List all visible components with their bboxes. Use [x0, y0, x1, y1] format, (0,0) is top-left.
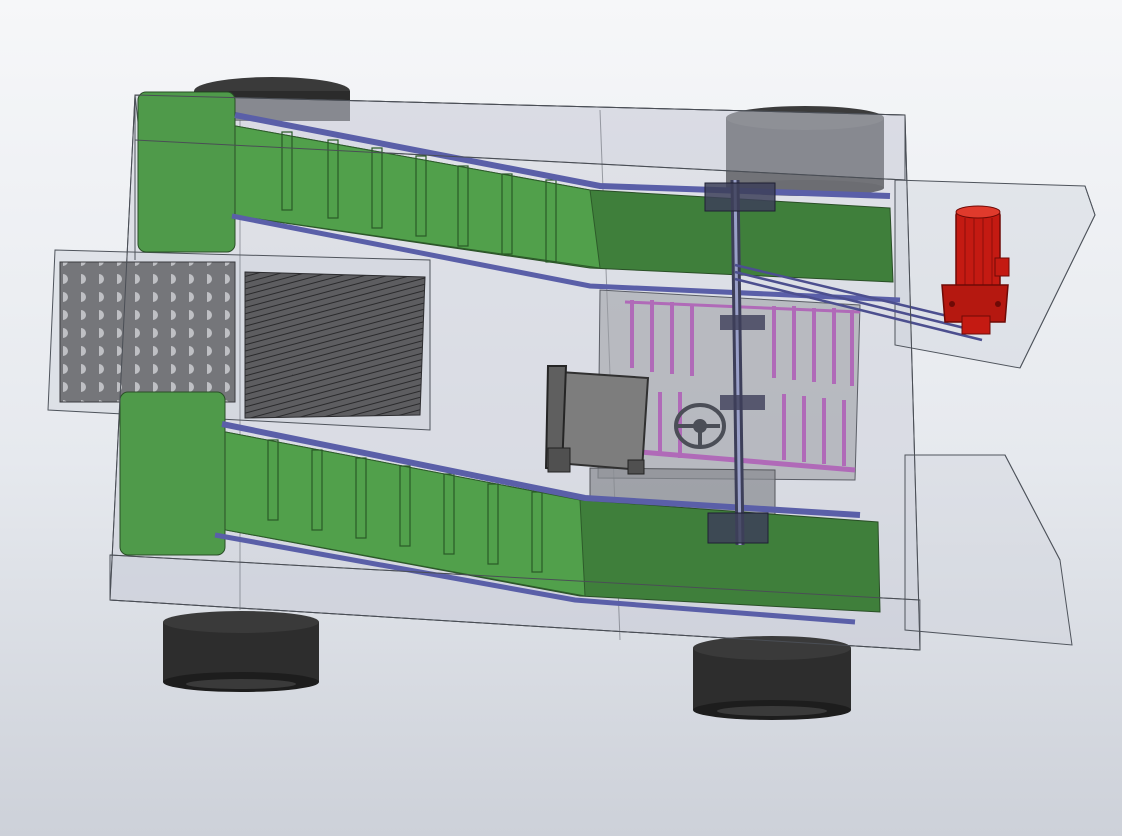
harvester-cad-model [47, 77, 1096, 720]
wheel-front-right [693, 636, 851, 720]
conveyor-end-block-lower [119, 391, 226, 556]
wheel-front-left [163, 611, 319, 692]
perforated-sieve-plate [59, 261, 236, 403]
conveyor-end-block-upper [137, 91, 236, 253]
operator-seat [544, 365, 650, 475]
cad-viewport[interactable] [0, 0, 1122, 836]
mesh-screen [244, 271, 426, 419]
